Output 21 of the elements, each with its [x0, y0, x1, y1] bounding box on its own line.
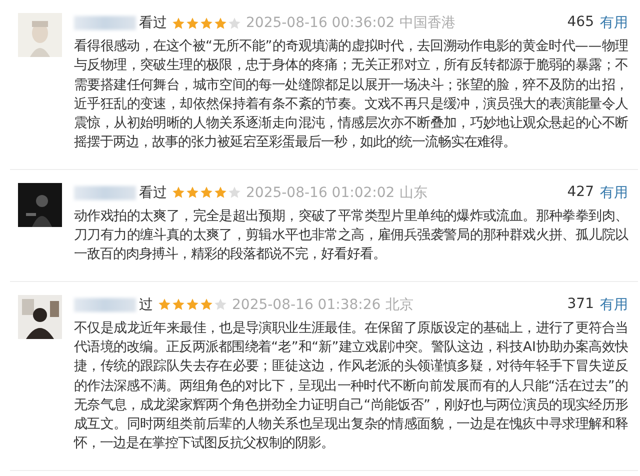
watched-status: 看过 — [139, 14, 167, 32]
blurred-username — [74, 186, 136, 200]
blurred-username — [74, 16, 136, 30]
helpful-link[interactable]: 有用 — [600, 296, 628, 314]
review-location: 中国香港 — [400, 14, 456, 32]
review-text: 不仅是成龙近年来最佳，也是导演职业生涯最佳。在保留了原版设定的基础上，进行了更符合当代语境的改编。正反两派都围绕着“老”和“新”建立戏剧冲突。警队这边，科技AI协助办案高效快捷，传统的跟踪队失去存在必要；匪徒这边，作风老派的头领谨慎多疑，对待年轻手下冒失逆反的作法深感不满。两组角色的对比下，呈现出一种时代不断向前发展而有的人只能“活在过去”的无奈气息，成龙梁家辉两个角色拼劲全力证明自己“尚能饭否”，刚好也与两位演员的现实经历形成互文。同时两组类前后辈的人物关系也呈现出复杂的情感面貌，一边是在愧疚中寻求理解和释怀，一边是在掌控下试图反抗父权制的阴影。 — [74, 320, 628, 454]
review-time: 2025-08-16 01:38:26 — [232, 296, 381, 313]
review-location: 北京 — [386, 296, 414, 314]
review-time: 2025-08-16 00:36:02 — [246, 15, 395, 31]
helpful-count: 371 — [567, 296, 594, 314]
review-text: 看得很感动，在这个被“无所不能”的奇观填满的虚拟时代，去回溯动作电影的黄金时代——物理与反物理，突破生理的极限，忠于身体的疼痛；无关正邪对立，所有反转都源于脆弱的暴露；不需要搭建任何舞台，城市空间的每一处缝隙都足以展开一场决斗；张望的脸，猝不及防的出招，近乎狂乱的变速，却依然保持着有条不紊的节奏。文戏不再只是缓冲，演员强大的表演能量令人震惊，从初始明晰的人物关系逐渐走向混沌，情感层次亦不断叠加，巧妙地让观众悬起的心不断摇摆于两边，故事的张力被延宕至彩蛋最后一秒，如此的统一流畅实在难得。 — [74, 38, 628, 152]
review-time: 2025-08-16 01:02:02 — [246, 184, 395, 201]
watched-status: 看过 — [139, 184, 167, 202]
watched-status: 过 — [139, 296, 153, 314]
helpful-link[interactable]: 有用 — [600, 184, 628, 202]
review-text: 动作戏拍的太爽了，完全是超出预期，突破了平常类型片里单纯的爆炸或流血。那种拳拳到肉、刀刀有力的缠斗真的太爽了，剪辑水平也非常之高，雇佣兵强袭警局的那种群戏火拼、孤儿院以一敌百的肉身搏斗，精彩的段落都说不完，好看好看。 — [74, 208, 628, 264]
blurred-username — [74, 298, 136, 312]
review-location: 山东 — [400, 184, 428, 202]
helpful-count: 427 — [567, 184, 594, 202]
helpful-count: 465 — [567, 14, 594, 32]
helpful-link[interactable]: 有用 — [600, 14, 628, 32]
